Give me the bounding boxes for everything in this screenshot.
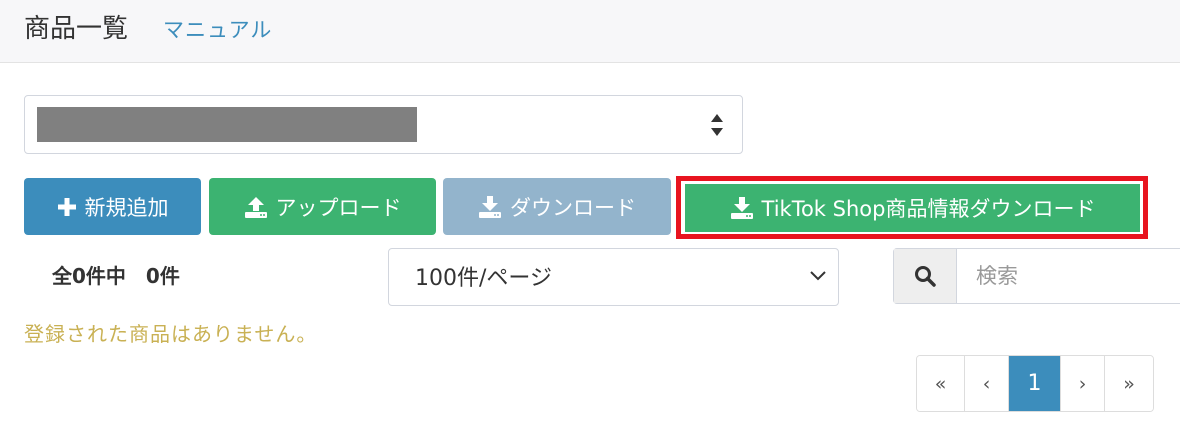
- download-icon: [730, 197, 753, 219]
- per-page-value: 100件/ページ: [415, 266, 552, 291]
- download-button[interactable]: ダウンロード: [443, 178, 671, 235]
- sort-arrows-icon: [711, 114, 723, 136]
- shop-select[interactable]: [24, 95, 743, 154]
- download-button-label: ダウンロード: [510, 195, 636, 220]
- upload-icon: [244, 196, 267, 218]
- add-button-label: 新規追加: [84, 195, 169, 220]
- tiktok-download-label: TikTok Shop商品情報ダウンロード: [761, 197, 1096, 221]
- manual-link[interactable]: マニュアル: [163, 17, 272, 43]
- search-input[interactable]: [958, 249, 1180, 303]
- search-icon: [915, 266, 936, 287]
- search-addon[interactable]: [894, 249, 957, 303]
- per-page-select[interactable]: 100件/ページ: [388, 248, 839, 306]
- page-prev[interactable]: ‹: [965, 356, 1009, 411]
- search-group: [893, 248, 1180, 304]
- empty-message: 登録された商品はありません。: [24, 322, 318, 346]
- page-first[interactable]: «: [917, 356, 965, 411]
- page-header: 商品一覧 マニュアル: [0, 0, 1180, 63]
- page-current[interactable]: 1: [1009, 356, 1061, 411]
- page-title: 商品一覧: [24, 14, 129, 44]
- plus-icon: [57, 197, 76, 216]
- tiktok-download-button[interactable]: TikTok Shop商品情報ダウンロード: [685, 184, 1140, 232]
- upload-button[interactable]: アップロード: [209, 178, 436, 235]
- page-next[interactable]: ›: [1061, 356, 1105, 411]
- add-button[interactable]: 新規追加: [24, 178, 201, 235]
- pagination: « ‹ 1 › »: [916, 355, 1154, 412]
- chevron-down-icon: [810, 271, 826, 281]
- download-icon: [479, 195, 501, 218]
- upload-button-label: アップロード: [275, 195, 402, 220]
- page-last[interactable]: »: [1105, 356, 1153, 411]
- result-count: 全0件中 0件: [52, 264, 180, 288]
- redacted-value: [37, 107, 417, 142]
